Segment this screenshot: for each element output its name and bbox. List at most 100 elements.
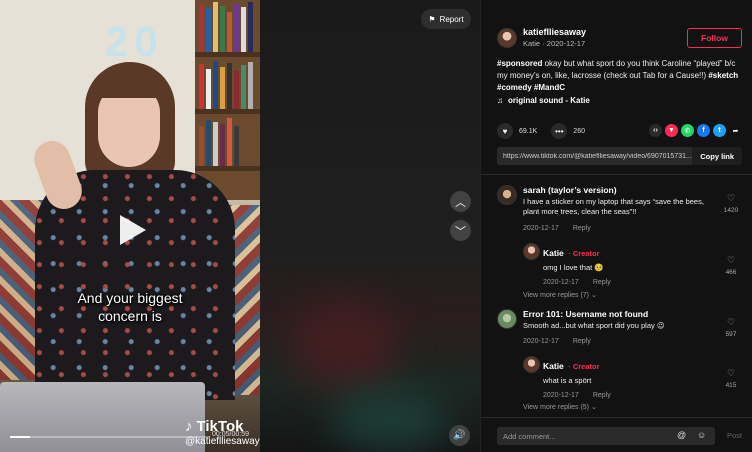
author-info[interactable]: katieflliesaway Katie · 2020-12-17 [497,27,586,48]
speaker-icon: 🔊 [453,430,466,441]
video-caption-line2: concern is [98,308,162,324]
comment-list[interactable]: sarah (taylor’s version) I have a sticke… [481,175,752,417]
view-more-replies[interactable]: View more replies (7) ⌄ [523,291,597,299]
comment-count: 260 [573,127,585,135]
comment-item: Error 101: Username not found Smooth ad.… [497,309,747,359]
comment-date: 2020-12-17 [523,338,559,345]
commenter-name[interactable]: Error 101: Username not found [523,309,713,319]
hashtag-link[interactable]: #sponsored [497,59,542,68]
music-title: original sound - Katie [508,96,590,105]
creator-badge: · Creator [568,362,600,371]
flag-icon: ⚑ [428,14,436,24]
video-progress-bar[interactable] [10,436,210,438]
chevron-down-icon: ﹀ [455,225,466,238]
creator-avatar[interactable] [523,243,540,260]
report-button[interactable]: ⚑ Report [421,9,471,29]
comment-date: 2020-12-17 [523,225,559,232]
commenter-avatar[interactable] [497,185,517,205]
comment-like-count: 1420 [723,207,739,214]
twitter-button[interactable]: t [713,124,726,137]
author-subline: Katie · 2020-12-17 [523,39,586,48]
chevron-down-icon: ⌄ [590,292,597,299]
post-date: 2020-12-17 [546,39,586,48]
watermark-brand: TikTok [196,418,244,435]
comment-like-count: 415 [725,382,737,389]
whatsapp-button[interactable]: ✆ [681,124,694,137]
play-icon[interactable] [120,215,146,245]
video-caption-line1: And your biggest [77,290,183,306]
comment-like-button[interactable]: ♡ 415 [721,368,741,389]
music-link[interactable]: ♫ original sound - Katie [497,96,590,105]
video-player[interactable]: 20 And your biggest concern is 00:05/00:… [0,0,480,452]
heart-icon: ♥ [502,126,508,136]
comment-button[interactable]: ••• [551,123,568,139]
comment-text: I have a sticker on my laptop that says … [523,197,704,216]
reply-button[interactable]: Reply [573,338,591,345]
facebook-icon: f [702,127,705,134]
comment-text: omg I love that 🥺 [543,263,604,272]
more-share-button[interactable]: ➦ [729,124,742,137]
author-username[interactable]: katieflliesaway [523,27,586,37]
author-avatar[interactable] [497,27,517,48]
video-link[interactable]: https://www.tiktok.com/@katieflliesaway/… [497,153,692,160]
tiktok-watermark: ♪ TikTok @katieflliesaway [185,418,260,447]
commenter-name[interactable]: sarah (taylor’s version) [523,185,713,195]
commenter-name[interactable]: Katie [543,361,564,371]
hashtag-link[interactable]: #comedy [497,83,532,92]
hashtag-link[interactable]: #MandC [534,83,565,92]
embed-icon: ‹› [653,127,658,134]
creator-badge: · Creator [568,249,600,258]
comment-text: what is a spört [543,376,592,385]
mention-icon[interactable]: @ [677,430,686,440]
reply-button[interactable]: Reply [593,392,611,399]
next-video-button[interactable]: ﹀ [450,220,471,241]
heart-outline-icon: ♡ [726,368,736,378]
like-button[interactable]: ♥ [497,123,513,139]
comment-like-button[interactable]: ♡ 597 [721,317,741,338]
comment-date: 2020-12-17 [543,392,579,399]
person-bangs [95,70,165,98]
author-display-name: Katie [523,39,541,48]
chevron-down-icon: ⌄ [590,404,597,411]
like-count: 69.1K [519,127,538,135]
previous-video-button[interactable]: ︿ [450,191,471,212]
facebook-button[interactable]: f [697,124,710,137]
follow-button[interactable]: Follow [687,28,742,48]
twitter-icon: t [718,127,721,134]
reply-item: Katie · Creator omg I love that 🥺 2020-1… [523,243,747,286]
share-arrow-icon: ➦ [732,127,739,135]
comment-like-button[interactable]: ♡ 466 [721,255,741,276]
embed-button[interactable]: ‹› [649,124,662,137]
watermark-handle: @katieflliesaway [185,436,260,447]
laptop [0,382,205,452]
commenter-avatar[interactable] [497,309,517,329]
hashtag-link[interactable]: #sketch [708,71,738,80]
emoji-icon[interactable]: ☺ [697,430,706,440]
reply-button[interactable]: Reply [573,225,591,232]
video-frame[interactable]: 20 And your biggest concern is 00:05/00:… [0,0,260,452]
comment-like-button[interactable]: ♡ 1420 [721,193,741,214]
post-button[interactable]: Post [727,431,742,440]
comment-item: sarah (taylor’s version) I have a sticke… [497,185,747,240]
comment-like-count: 597 [725,331,737,338]
video-description: #sponsored okay but what sport do you th… [497,58,742,94]
balloon-decoration: 20 [105,18,164,65]
blurred-background-blob [330,390,450,450]
view-more-label: View more replies (5) [523,404,590,411]
copy-link-button[interactable]: Copy link [692,147,742,165]
bookshelf [195,0,260,200]
heart-outline-icon: ♡ [726,193,736,203]
view-more-replies[interactable]: View more replies (5) ⌄ [523,403,597,411]
creator-avatar[interactable] [523,356,540,373]
send-icon: ▼ [668,127,675,134]
report-label: Report [439,14,464,24]
details-panel: katieflliesaway Katie · 2020-12-17 Follo… [480,0,752,452]
comment-bubble-icon: ••• [555,126,564,136]
reply-button[interactable]: Reply [593,279,611,286]
share-buttons: ‹› ▼ ✆ f t ➦ [649,124,742,137]
heart-outline-icon: ♡ [726,317,736,327]
comment-date: 2020-12-17 [543,279,579,286]
volume-button[interactable]: 🔊 [449,425,470,446]
send-to-friends-button[interactable]: ▼ [665,124,678,137]
commenter-name[interactable]: Katie [543,248,564,258]
